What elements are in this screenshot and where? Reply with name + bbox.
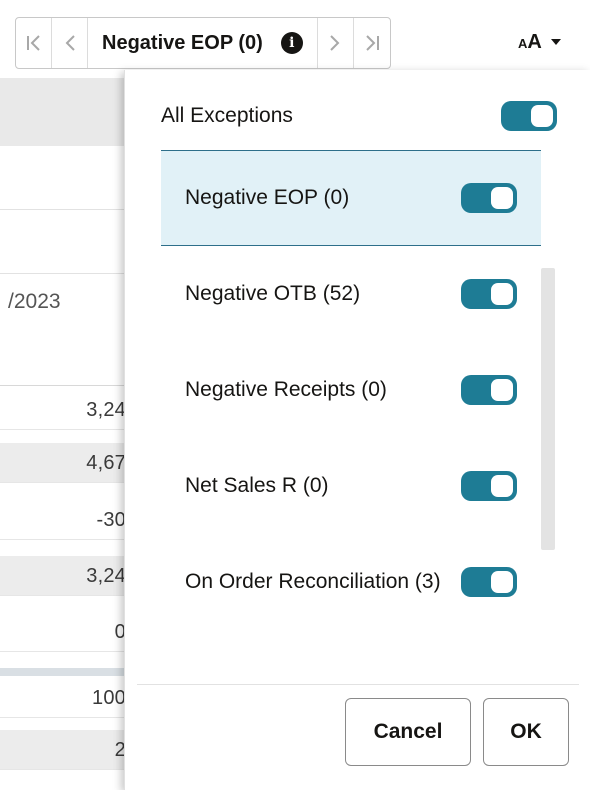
next-icon [330,35,340,51]
exceptions-popup: All Exceptions Negative EOP (0) Negative… [124,70,590,790]
grid-date-text: /2023 [8,290,61,313]
all-exceptions-toggle[interactable] [501,101,557,131]
exception-item-negative-receipts[interactable]: Negative Receipts (0) [161,342,541,438]
grid-cell-value: -30 [96,509,126,531]
grid-cell[interactable]: 100 [0,678,130,718]
exception-label: Negative Receipts (0) [185,378,387,401]
list-scrollbar[interactable] [541,268,555,550]
grid-cell[interactable]: 4,67 [0,443,130,483]
exception-item-negative-otb[interactable]: Negative OTB (52) [161,246,541,342]
all-exceptions-row: All Exceptions [161,98,557,134]
exceptions-list: Negative EOP (0) Negative OTB (52) Negat… [161,150,541,630]
footer-divider [137,684,579,685]
info-icon[interactable]: i [280,32,303,54]
exception-label: Negative OTB (52) [185,282,361,305]
exception-toggle[interactable] [461,375,517,405]
exception-item-negative-eop[interactable]: Negative EOP (0) [161,150,541,246]
all-exceptions-label: All Exceptions [161,104,293,127]
first-page-icon [26,35,40,51]
grid-cell-value: 3,24 [86,565,126,587]
grid-cell-value: 3,24 [86,399,126,421]
previous-icon [65,35,75,51]
grid-cell[interactable]: 2 [0,730,130,770]
last-page-button[interactable] [354,18,390,68]
exception-item-on-order-reconciliation[interactable]: On Order Reconciliation (3) [161,534,541,630]
exception-toggle[interactable] [461,567,517,597]
exception-navigator: Negative EOP (0) i [15,17,391,69]
exception-label: Negative EOP (0) [185,186,350,209]
font-size-icon: AA [518,30,542,53]
grid-cell[interactable]: 0 [0,612,130,652]
grid-separator [0,668,130,676]
grid-cell[interactable]: 3,24 [0,390,130,430]
previous-button[interactable] [52,18,88,68]
grid-header-row [0,146,130,210]
grid-cell-value: 100 [92,687,126,709]
current-exception-selector[interactable]: Negative EOP (0) i [88,18,318,68]
exception-toggle[interactable] [461,183,517,213]
last-page-icon [366,35,379,51]
grid-cell[interactable]: -30 [0,500,130,540]
caret-down-icon [550,39,561,45]
grid-cell[interactable]: 3,24 [0,556,130,596]
info-glyph: i [289,35,295,51]
font-size-menu[interactable]: AA [518,24,562,60]
grid-date-header: /2023 [0,274,130,386]
exception-item-net-sales-r[interactable]: Net Sales R (0) [161,438,541,534]
cancel-button[interactable]: Cancel [345,698,471,766]
grid-header-row [0,210,130,274]
exception-toggle[interactable] [461,279,517,309]
first-page-button[interactable] [16,18,52,68]
next-button[interactable] [318,18,354,68]
exception-label: Net Sales R (0) [185,474,329,497]
current-exception-title: Negative EOP (0) [102,31,263,54]
exception-label: On Order Reconciliation (3) [185,570,441,593]
ok-button[interactable]: OK [483,698,569,766]
exception-toggle[interactable] [461,471,517,501]
grid-header-row [0,78,130,146]
grid-cell-value: 4,67 [86,452,126,474]
